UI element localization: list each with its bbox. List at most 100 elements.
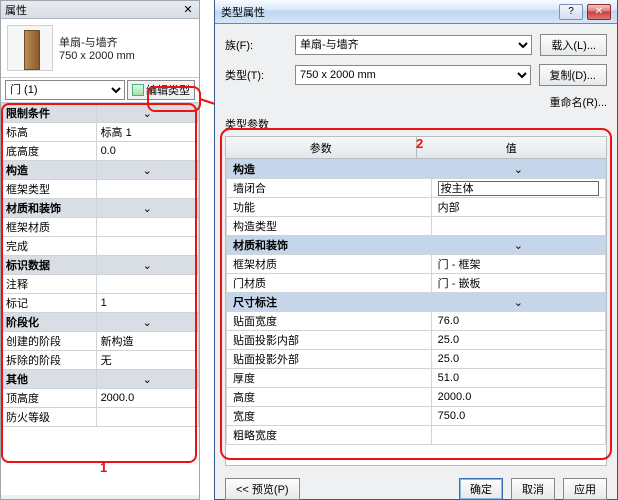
properties-panel: 属性 ✕ 单扇-与墙齐 750 x 2000 mm 门 (1) 编辑类型 限制条… xyxy=(0,0,200,500)
param-value[interactable]: 2000.0 xyxy=(431,388,605,407)
chevron-icon[interactable]: ⌄ xyxy=(431,236,605,255)
param-value[interactable] xyxy=(96,180,198,199)
param-value[interactable]: 51.0 xyxy=(431,369,605,388)
param-name: 标高 xyxy=(2,123,97,142)
param-name: 贴面投影内部 xyxy=(227,331,432,350)
type-params-label: 类型参数 xyxy=(225,116,607,132)
type-label: 类型(T): xyxy=(225,67,295,83)
type-name: 单扇-与墙齐 xyxy=(59,34,135,50)
param-value[interactable]: 标高 1 xyxy=(96,123,198,142)
chevron-icon[interactable]: ⌄ xyxy=(96,313,198,332)
param-value[interactable]: 1 xyxy=(96,294,198,313)
apply-button[interactable]: 应用 xyxy=(563,478,607,500)
type-size: 750 x 2000 mm xyxy=(59,50,135,62)
load-button[interactable]: 载入(L)... xyxy=(540,34,607,56)
section-identity: 标识数据 xyxy=(2,256,97,275)
param-value[interactable]: 门 - 框架 xyxy=(431,255,605,274)
header-value: 值 xyxy=(417,137,607,158)
chevron-icon[interactable]: ⌄ xyxy=(431,160,605,179)
param-value[interactable]: 0.0 xyxy=(96,142,198,161)
chevron-icon[interactable]: ⌄ xyxy=(96,104,198,123)
family-label: 族(F): xyxy=(225,37,295,53)
param-value[interactable]: 内部 xyxy=(431,198,605,217)
type-selector[interactable]: 单扇-与墙齐 750 x 2000 mm xyxy=(1,19,199,78)
section-materials: 材质和装饰 xyxy=(227,236,432,255)
chevron-icon[interactable]: ⌄ xyxy=(431,293,605,312)
param-value[interactable] xyxy=(431,426,605,445)
param-name: 底高度 xyxy=(2,142,97,161)
dialog-title: 类型属性 xyxy=(221,4,265,20)
section-other: 其他 xyxy=(2,370,97,389)
dialog-titlebar: 类型属性 ? ✕ xyxy=(215,0,617,24)
param-value[interactable]: 门 - 嵌板 xyxy=(431,274,605,293)
duplicate-button[interactable]: 复制(D)... xyxy=(539,64,607,86)
wall-closure-input[interactable] xyxy=(438,181,599,196)
param-value[interactable] xyxy=(431,179,605,198)
type-params-table: 构造⌄ 墙闭合 功能内部 构造类型 材质和装饰⌄ 框架材质门 - 框架 门材质门… xyxy=(226,159,606,445)
door-thumb-icon xyxy=(7,25,53,71)
param-value[interactable]: 2000.0 xyxy=(96,389,198,408)
param-value[interactable] xyxy=(96,237,198,256)
param-value[interactable]: 新构造 xyxy=(96,332,198,351)
section-phasing: 阶段化 xyxy=(2,313,97,332)
param-name: 防火等级 xyxy=(2,408,97,427)
param-name: 注释 xyxy=(2,275,97,294)
param-name: 创建的阶段 xyxy=(2,332,97,351)
param-value[interactable] xyxy=(96,275,198,294)
dialog-footer: << 预览(P) 确定 取消 应用 xyxy=(215,470,617,500)
param-name: 完成 xyxy=(2,237,97,256)
chevron-icon[interactable]: ⌄ xyxy=(96,370,198,389)
param-value[interactable] xyxy=(96,218,198,237)
type-params-table-wrap: 参数 值 构造⌄ 墙闭合 功能内部 构造类型 材质和装饰⌄ 框架材质门 - 框架… xyxy=(225,136,607,466)
param-name: 框架材质 xyxy=(227,255,432,274)
annotation-2: 2 xyxy=(416,136,423,151)
chevron-icon[interactable]: ⌄ xyxy=(96,256,198,275)
properties-titlebar: 属性 ✕ xyxy=(1,1,199,19)
param-value[interactable]: 25.0 xyxy=(431,331,605,350)
param-name: 贴面投影外部 xyxy=(227,350,432,369)
section-materials: 材质和装饰 xyxy=(2,199,97,218)
section-dimensions: 尺寸标注 xyxy=(227,293,432,312)
param-name: 拆除的阶段 xyxy=(2,351,97,370)
type-properties-dialog: 类型属性 ? ✕ 族(F): 单扇-与墙齐 载入(L)... 类型(T): 75… xyxy=(214,0,618,500)
chevron-icon[interactable]: ⌄ xyxy=(96,199,198,218)
edit-type-icon xyxy=(132,84,144,96)
category-select[interactable]: 门 (1) xyxy=(5,80,125,100)
param-name: 门材质 xyxy=(227,274,432,293)
param-name: 墙闭合 xyxy=(227,179,432,198)
close-icon[interactable]: ✕ xyxy=(181,3,195,16)
param-name: 标记 xyxy=(2,294,97,313)
param-value[interactable]: 750.0 xyxy=(431,407,605,426)
header-param: 参数 xyxy=(226,137,417,158)
help-button[interactable]: ? xyxy=(559,4,583,20)
annotation-1: 1 xyxy=(100,460,107,475)
edit-type-button[interactable]: 编辑类型 xyxy=(127,80,195,100)
param-name: 构造类型 xyxy=(227,217,432,236)
close-button[interactable]: ✕ xyxy=(587,4,611,20)
param-value[interactable]: 76.0 xyxy=(431,312,605,331)
param-name: 框架材质 xyxy=(2,218,97,237)
type-select[interactable]: 750 x 2000 mm xyxy=(295,65,531,85)
param-name: 贴面宽度 xyxy=(227,312,432,331)
param-value[interactable] xyxy=(431,217,605,236)
param-name: 高度 xyxy=(227,388,432,407)
family-select[interactable]: 单扇-与墙齐 xyxy=(295,35,532,55)
param-name: 框架类型 xyxy=(2,180,97,199)
ok-button[interactable]: 确定 xyxy=(459,478,503,500)
param-name: 宽度 xyxy=(227,407,432,426)
preview-button[interactable]: << 预览(P) xyxy=(225,478,300,500)
chevron-icon[interactable]: ⌄ xyxy=(96,161,198,180)
param-value[interactable]: 25.0 xyxy=(431,350,605,369)
param-value[interactable]: 无 xyxy=(96,351,198,370)
section-constraints: 限制条件 xyxy=(2,104,97,123)
param-name: 粗略宽度 xyxy=(227,426,432,445)
cancel-button[interactable]: 取消 xyxy=(511,478,555,500)
section-construction: 构造 xyxy=(227,160,432,179)
rename-button[interactable]: 重命名(R)... xyxy=(550,94,607,110)
param-name: 顶高度 xyxy=(2,389,97,408)
param-name: 功能 xyxy=(227,198,432,217)
param-name: 厚度 xyxy=(227,369,432,388)
properties-title: 属性 xyxy=(5,2,27,18)
properties-table: 限制条件⌄ 标高标高 1 底高度0.0 构造⌄ 框架类型 材质和装饰⌄ 框架材质… xyxy=(1,103,199,427)
param-value[interactable] xyxy=(96,408,198,427)
